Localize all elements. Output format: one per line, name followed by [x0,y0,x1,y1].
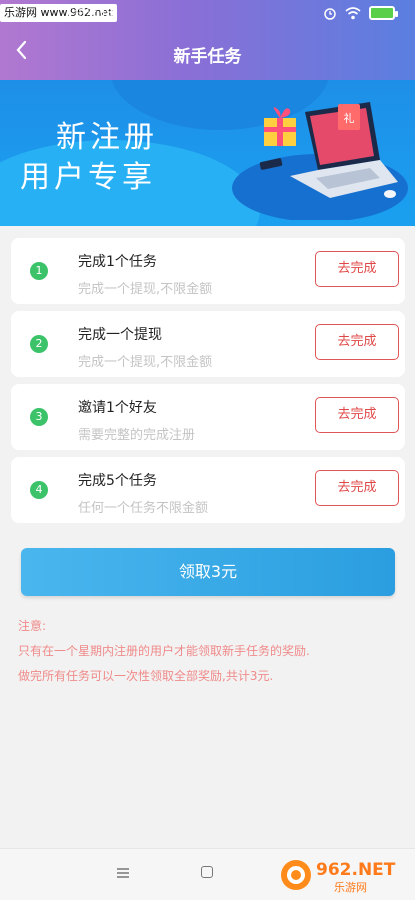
menu-icon[interactable] [116,867,130,879]
svg-text:962.NET: 962.NET [316,860,396,880]
svg-text:乐游网: 乐游网 [334,881,367,894]
svg-text:礼: 礼 [344,111,355,125]
status-time: 下午3:38 [62,6,113,20]
page-title: 新手任务 [173,47,242,67]
go-complete-button[interactable]: 去完成 [315,397,399,433]
task-number-badge: 2 [30,335,48,353]
task-number-badge: 1 [30,262,48,280]
task-card: 2 完成一个提现 完成一个提现,不限金额 去完成 [11,311,405,377]
task-description: 需要完整的完成注册 [78,428,196,443]
mouse-icon [384,190,396,198]
task-description: 完成一个提现,不限金额 [78,355,213,370]
go-complete-button[interactable]: 去完成 [315,470,399,506]
status-bar: 乐游网 www.962.net 下午3:38 [0,0,415,26]
home-icon[interactable] [201,866,213,878]
task-card: 3 邀请1个好友 需要完整的完成注册 去完成 [11,384,405,450]
system-navigation-bar: 962.NET 乐游网 [0,848,415,900]
task-title: 完成5个任务 [78,473,157,489]
task-title: 完成一个提现 [78,327,162,343]
task-number-badge: 3 [30,408,48,426]
envelope-icon: 礼 [338,104,360,130]
gift-box-icon [264,107,296,146]
laptop-gift-illustration: 礼 [232,102,408,220]
task-title: 完成1个任务 [78,254,157,270]
status-icons [323,6,398,20]
notice-text: 只有在一个星期内注册的用户才能领取新手任务的奖励. [18,644,310,658]
task-card: 4 完成5个任务 任何一个任务不限金额 去完成 [11,457,405,523]
banner-subheadline: 用户专享 [20,160,156,195]
task-title: 邀请1个好友 [78,400,157,416]
go-complete-button[interactable]: 去完成 [315,324,399,360]
go-complete-button[interactable]: 去完成 [315,251,399,287]
notice-text: 做完所有任务可以一次性领取全部奖励,共计3元. [18,669,274,683]
wifi-icon [345,7,361,20]
claim-reward-button[interactable]: 领取3元 [21,548,395,596]
task-card: 1 完成1个任务 完成一个提现,不限金额 去完成 [11,238,405,304]
navigation-bar: 新手任务 [0,30,415,74]
alarm-icon [324,8,336,20]
banner-headline: 新注册 [56,120,158,155]
promo-banner: 新注册 用户专享 礼 [0,80,415,226]
task-description: 完成一个提现,不限金额 [78,282,213,297]
notice-heading: 注意: [18,619,47,633]
site-logo-watermark: 962.NET 乐游网 [281,860,396,894]
battery-icon [369,6,398,20]
task-description: 任何一个任务不限金额 [78,501,209,516]
task-number-badge: 4 [30,481,48,499]
